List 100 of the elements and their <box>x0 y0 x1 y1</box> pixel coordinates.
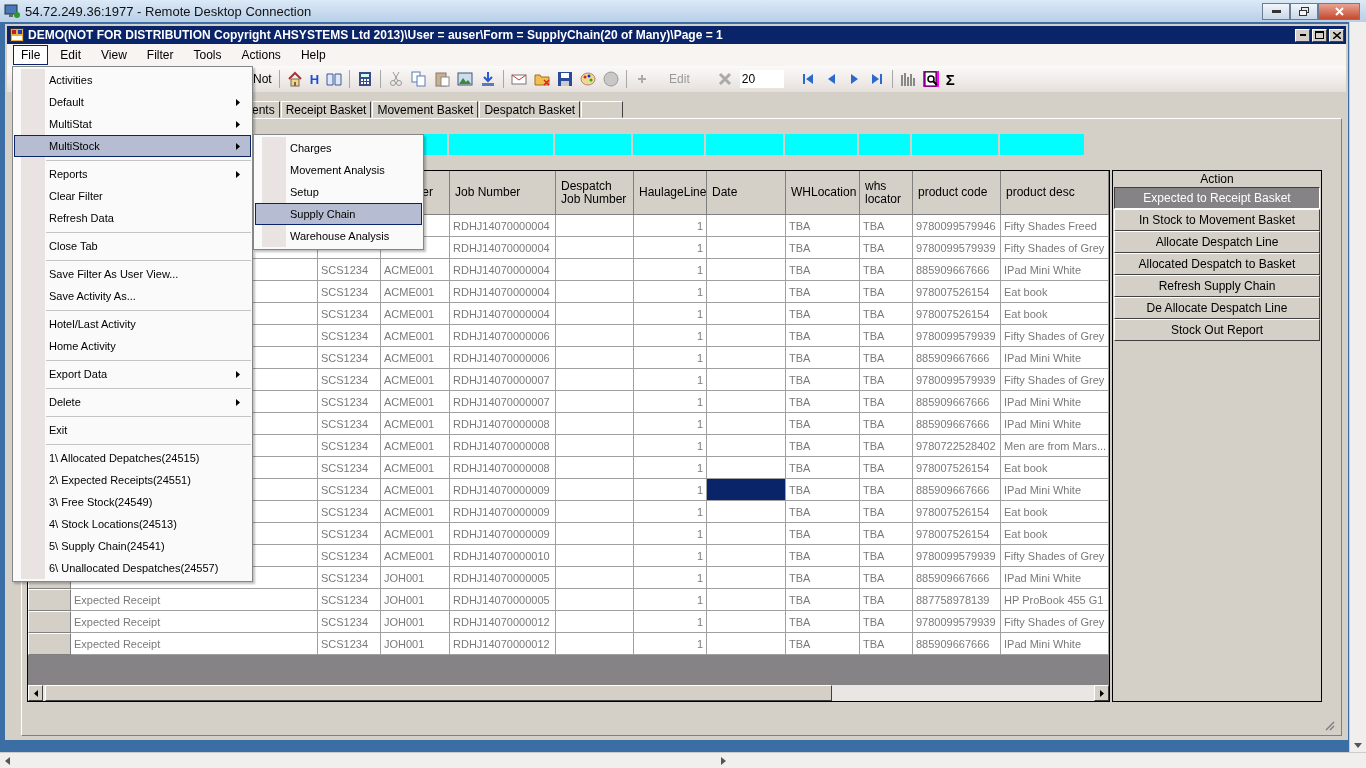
menu-item[interactable]: 1\ Allocated Depatches(24515) <box>14 447 251 469</box>
filter-field[interactable] <box>633 134 706 155</box>
scroll-left-button[interactable] <box>28 685 43 701</box>
maximize-button[interactable] <box>1312 28 1327 42</box>
folder-icon[interactable] <box>534 71 551 87</box>
menu-item[interactable]: 3\ Free Stock(24549) <box>14 491 251 513</box>
column-header[interactable]: WHLocation <box>786 171 860 215</box>
scrollbar-thumb[interactable] <box>45 685 832 701</box>
scissors-icon[interactable] <box>388 71 405 87</box>
table-cell[interactable] <box>707 457 786 479</box>
filter-field[interactable] <box>859 134 912 155</box>
scroll-right-icon[interactable] <box>721 757 726 765</box>
menu-item[interactable]: Clear Filter <box>14 185 251 207</box>
menu-item[interactable]: 6\ Unallocated Despatches(24557) <box>14 557 251 579</box>
bar-chart-icon[interactable] <box>899 71 916 87</box>
action-button[interactable]: Expected to Receipt Basket <box>1114 187 1320 209</box>
envelope-icon[interactable] <box>511 71 528 87</box>
filter-field[interactable] <box>555 134 633 155</box>
table-cell[interactable] <box>707 413 786 435</box>
menu-item[interactable]: Save Activity As... <box>14 285 251 307</box>
tab[interactable]: Movement Basket <box>372 101 479 118</box>
menu-bar-item[interactable]: Actions <box>233 45 289 65</box>
menu-item[interactable]: Activities <box>14 69 251 91</box>
close-icon[interactable] <box>716 71 733 87</box>
column-header[interactable]: product desc <box>1001 171 1109 215</box>
action-button[interactable]: In Stock to Movement Basket <box>1114 209 1320 231</box>
print-preview-icon[interactable] <box>922 71 939 87</box>
menu-item[interactable]: Export Data <box>14 363 251 385</box>
menu-item[interactable]: 4\ Stock Locations(24513) <box>14 513 251 535</box>
calculator-icon[interactable] <box>357 71 374 87</box>
table-cell[interactable] <box>707 347 786 369</box>
restore-button[interactable] <box>1290 2 1318 20</box>
table-cell[interactable] <box>707 369 786 391</box>
page-size-field[interactable]: 20 <box>739 70 784 88</box>
tab[interactable] <box>581 101 624 118</box>
history-button[interactable]: H <box>309 71 320 87</box>
download-icon[interactable] <box>480 71 497 87</box>
menu-bar-item[interactable]: Edit <box>52 45 90 65</box>
palette-icon[interactable] <box>580 71 597 87</box>
table-cell[interactable] <box>707 501 786 523</box>
table-cell[interactable] <box>707 215 786 237</box>
table-cell[interactable] <box>707 259 786 281</box>
table-cell[interactable] <box>707 523 786 545</box>
row-header[interactable] <box>28 611 71 633</box>
menu-item[interactable]: Supply Chain <box>255 203 422 225</box>
scroll-right-button[interactable] <box>1094 685 1109 701</box>
sum-button[interactable]: Σ <box>945 70 955 88</box>
disc-icon[interactable] <box>603 71 620 87</box>
menu-item[interactable]: Movement Analysis <box>255 159 422 181</box>
table-cell[interactable] <box>707 567 786 589</box>
action-button[interactable]: Stock Out Report <box>1114 319 1320 341</box>
menu-item[interactable]: Close Tab <box>14 235 251 257</box>
column-header[interactable]: Date <box>707 171 786 215</box>
menu-item[interactable]: Save Filter As User View... <box>14 263 251 285</box>
action-button[interactable]: Allocated Despatch to Basket <box>1114 253 1320 275</box>
column-header[interactable]: Job Number <box>450 171 556 215</box>
scroll-left-icon[interactable] <box>5 757 10 765</box>
menu-bar-item[interactable]: File <box>13 45 49 65</box>
column-header[interactable]: HaulageLine <box>634 171 707 215</box>
filter-field[interactable] <box>1000 134 1086 155</box>
table-cell[interactable] <box>707 611 786 633</box>
table-cell[interactable] <box>707 325 786 347</box>
filter-field[interactable] <box>706 134 785 155</box>
book-icon[interactable] <box>326 71 343 87</box>
menu-item[interactable]: Refresh Data <box>14 207 251 229</box>
menu-item[interactable]: Delete <box>14 391 251 413</box>
menu-item[interactable]: Charges <box>255 137 422 159</box>
menu-item[interactable]: Home Activity <box>14 335 251 357</box>
picture-icon[interactable] <box>457 71 474 87</box>
menu-item[interactable]: 5\ Supply Chain(24541) <box>14 535 251 557</box>
column-header[interactable]: Despatch Job Number <box>556 171 634 215</box>
table-cell[interactable] <box>707 281 786 303</box>
menu-bar-item[interactable]: Help <box>292 45 334 65</box>
action-button[interactable]: Allocate Despatch Line <box>1114 231 1320 253</box>
save-icon[interactable] <box>557 71 574 87</box>
resize-grip-icon[interactable] <box>1325 721 1335 731</box>
scroll-down-icon[interactable] <box>1354 743 1362 748</box>
table-cell[interactable] <box>707 435 786 457</box>
table-cell[interactable] <box>707 589 786 611</box>
column-header[interactable]: product code <box>913 171 1001 215</box>
table-cell[interactable] <box>707 391 786 413</box>
paste-icon[interactable] <box>434 71 451 87</box>
action-button[interactable]: Refresh Supply Chain <box>1114 275 1320 297</box>
menu-bar-item[interactable]: Tools <box>185 45 230 65</box>
filter-field[interactable] <box>449 134 555 155</box>
menu-item[interactable]: Exit <box>14 419 251 441</box>
menu-item[interactable]: Hotel/Last Activity <box>14 313 251 335</box>
table-cell[interactable] <box>707 633 786 655</box>
column-header[interactable]: whs locator <box>860 171 913 215</box>
table-cell[interactable] <box>707 479 786 501</box>
filter-field[interactable] <box>912 134 1000 155</box>
menu-bar-item[interactable]: Filter <box>138 45 182 65</box>
minimize-button[interactable] <box>1262 2 1290 20</box>
menu-item[interactable]: 2\ Expected Receipts(24551) <box>14 469 251 491</box>
menu-item[interactable]: Reports <box>14 163 251 185</box>
row-header[interactable] <box>28 633 71 655</box>
menu-item[interactable]: Warehouse Analysis <box>255 225 422 247</box>
tab[interactable]: Despatch Basket <box>479 101 581 118</box>
home-icon[interactable] <box>286 71 303 87</box>
table-cell[interactable] <box>707 303 786 325</box>
